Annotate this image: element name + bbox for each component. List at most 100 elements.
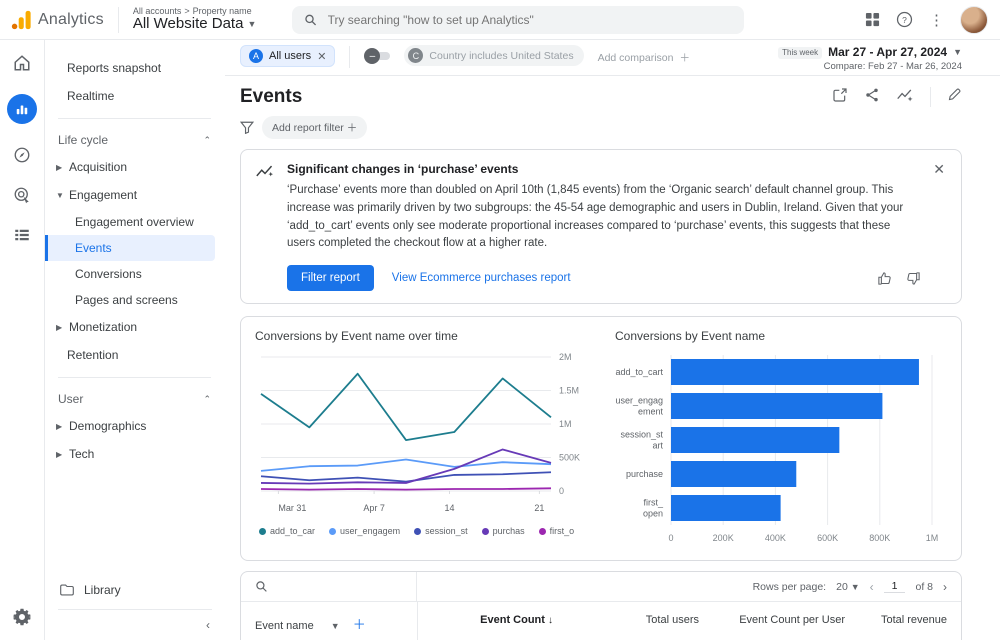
sidebar-section-life-cycle[interactable]: Life cycle ⌃ [45,123,225,153]
table-search[interactable] [241,572,417,602]
column-total-users[interactable]: Total users [567,602,713,639]
edit-comparisons-icon[interactable] [832,87,848,108]
legend-item[interactable]: user_engagem [329,526,400,536]
sidebar-item-conversions[interactable]: Conversions [45,261,225,287]
analytics-logo[interactable]: Analytics [10,6,119,33]
advertising-icon[interactable] [13,186,31,204]
share-icon[interactable] [864,87,880,108]
comparison-toggle[interactable]: – [364,48,391,64]
topbar-actions: ? ⋮ [865,5,988,34]
admin-gear-icon[interactable] [13,608,31,626]
add-report-filter-button[interactable]: Add report filter ＋ [262,116,368,139]
svg-text:0: 0 [559,486,564,496]
sidebar-item-retention[interactable]: Retention [45,341,225,369]
sidebar-item-pages-and-screens[interactable]: Pages and screens [45,287,225,313]
sidebar-item-realtime[interactable]: Realtime [45,82,225,110]
svg-text:first_: first_ [643,498,663,508]
chevron-right-icon: ▶ [56,449,63,459]
date-range-picker[interactable]: This week Mar 27 - Apr 27, 2024 ▼ Compar… [778,45,962,73]
thumbs-up-icon[interactable] [877,271,892,286]
table-toolbar: Rows per page: 20 ▼ ‹ 1 of 8 › [241,572,961,603]
insight-card: Significant changes in ‘purchase’ events… [240,149,962,305]
close-icon[interactable]: ✕ [317,50,326,63]
legend-label: add_to_car [270,526,316,537]
sort-descending-icon: ↓ [548,615,553,627]
explore-icon[interactable] [13,146,31,164]
sidebar-item-tech[interactable]: ▶ Tech [45,440,225,468]
sidebar-item-engagement[interactable]: ▼ Engagement [45,181,225,209]
svg-text:0: 0 [668,533,673,543]
svg-text:user_engag: user_engag [615,396,663,406]
apps-grid-icon[interactable] [865,12,880,27]
comparison-chip[interactable]: C Country includes United States [404,45,584,66]
column-total-revenue[interactable]: Total revenue [859,602,961,639]
help-icon[interactable]: ? [896,11,913,28]
next-page-icon[interactable]: › [943,580,947,594]
prev-page-icon[interactable]: ‹ [870,580,874,594]
home-icon[interactable] [13,54,31,72]
divider [930,87,931,107]
column-event-name[interactable]: Event name ▼ ＋ [241,602,418,640]
chevron-right-icon: ▶ [56,421,63,431]
line-chart[interactable]: 0 500K 1M 1.5M 2M Mar 31 Apr 7 14 21 [255,347,597,519]
filter-funnel-icon [240,121,254,134]
svg-text:add_to_cart: add_to_cart [615,367,663,377]
customize-report-icon[interactable] [947,87,962,107]
user-avatar[interactable] [960,5,988,34]
all-users-chip[interactable]: A All users ✕ [240,45,336,67]
sidebar-item-library[interactable]: Library [45,575,225,605]
chevron-down-icon: ▼ [850,581,860,592]
sidebar-section-user[interactable]: User ⌃ [45,382,225,412]
sidebar-item-events[interactable]: Events [45,235,215,261]
sidebar-item-reports-snapshot[interactable]: Reports snapshot [45,54,225,82]
page-number[interactable]: 1 [883,580,906,594]
close-icon[interactable]: ✕ [933,162,945,291]
collapse-sidebar-button[interactable]: ‹ [58,609,212,640]
folder-icon [60,584,74,596]
analytics-logo-icon [11,10,31,29]
table-pagination: Rows per page: 20 ▼ ‹ 1 of 8 › [753,580,961,594]
filter-report-button[interactable]: Filter report [287,265,374,292]
legend-item[interactable]: first_o [538,526,574,536]
sidebar-item-demographics[interactable]: ▶ Demographics [45,412,225,440]
plus-icon: ＋ [346,122,358,134]
svg-text:200K: 200K [713,533,734,543]
configure-icon[interactable] [13,226,31,244]
more-options-icon[interactable]: ⋮ [929,11,944,29]
bar-chart[interactable]: 0 200K 400K 600K 800K 1M add_to_cart user_engag… [615,347,960,547]
thumbs-down-icon[interactable] [906,271,921,286]
sidebar-item-acquisition[interactable]: ▶ Acquisition [45,153,225,181]
svg-text:Mar 31: Mar 31 [278,503,306,513]
legend-item[interactable]: session_st [414,526,468,536]
page-title: Events [240,86,303,107]
insights-icon[interactable] [896,87,914,108]
sidebar-item-monetization[interactable]: ▶ Monetization [45,313,225,341]
date-range-value[interactable]: Mar 27 - Apr 27, 2024 [828,45,947,61]
add-dimension-icon[interactable]: ＋ [353,617,366,632]
sidebar-item-engagement-overview[interactable]: Engagement overview [45,209,225,235]
property-dropdown-icon[interactable]: ▼ [247,19,256,29]
reports-icon-active[interactable] [7,94,37,124]
breadcrumb[interactable]: All accounts > Property name All Website… [133,6,257,32]
line-chart-legend: add_to_car user_engagem session_st purchas f… [259,526,591,536]
rows-per-page-label: Rows per page: [752,580,827,593]
rows-per-page-select[interactable]: 20 ▼ [836,581,860,593]
column-event-count-per-user[interactable]: Event Count per User [713,602,859,639]
line-chart-panel: Conversions by Event name over time 0 500… [241,317,601,560]
report-area: Events Add report filter ＋ Significant c… [225,76,1000,640]
svg-text:open: open [643,509,663,519]
column-event-count[interactable]: Event Count ↓ [417,602,567,639]
search-bar[interactable] [292,5,745,34]
legend-item[interactable]: purchas [481,526,525,536]
chevron-up-icon: ⌃ [203,393,211,404]
add-comparison-button[interactable]: Add comparison ＋ [598,50,690,65]
svg-text:21: 21 [534,503,544,513]
chevron-down-icon: ▼ [56,190,64,200]
search-input[interactable] [327,12,733,27]
plus-icon: ＋ [679,52,690,64]
view-ecommerce-report-link[interactable]: View Ecommerce purchases report [392,272,571,284]
legend-item[interactable]: add_to_car [259,526,315,536]
chevron-down-icon[interactable]: ▼ [331,621,340,631]
legend-dot-icon [259,527,266,535]
property-name[interactable]: All Website Data [133,16,244,32]
